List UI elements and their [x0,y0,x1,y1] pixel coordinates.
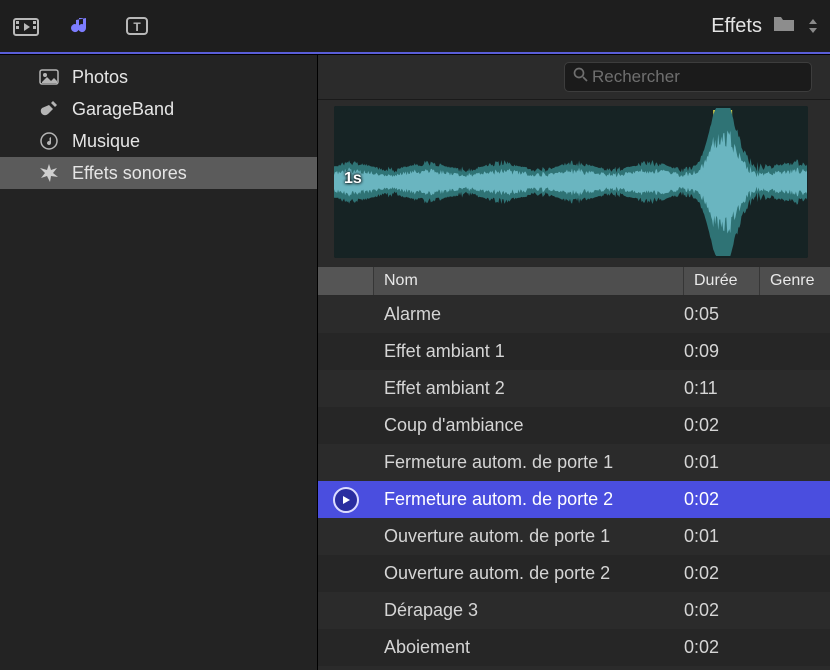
row-name: Ouverture autom. de porte 1 [374,526,678,547]
play-icon[interactable] [333,487,359,513]
sidebar-item-label: Musique [72,131,140,152]
music-icon [38,132,60,150]
library-video-tab[interactable] [12,11,42,41]
photo-icon [38,69,60,85]
sidebar-item-photos[interactable]: Photos [0,61,317,93]
row-duration: 0:09 [678,341,760,362]
table-row[interactable]: Fermeture autom. de porte 20:02 [318,481,830,518]
row-name: Alarme [374,304,678,325]
table-row[interactable]: Dérapage 30:02 [318,592,830,629]
top-toolbar: T Effets [0,0,830,54]
row-duration: 0:01 [678,526,760,547]
row-name: Aboiement [374,637,678,658]
row-duration: 0:02 [678,415,760,436]
row-name: Fermeture autom. de porte 1 [374,452,678,473]
column-header-duration[interactable]: Durée [684,267,760,295]
content-pane: Rechercher 1s Nom Durée Genre Alarme0:05… [318,55,830,670]
sidebar-item-effets-sonores[interactable]: Effets sonores [0,157,317,189]
row-name: Effet ambiant 1 [374,341,678,362]
table-row[interactable]: Ouverture autom. de porte 20:02 [318,555,830,592]
library-audio-tab[interactable] [68,11,98,41]
column-header-genre[interactable]: Genre [760,267,830,295]
table-row[interactable]: Ouverture autom. de porte 10:01 [318,518,830,555]
row-duration: 0:11 [678,378,760,399]
table-row[interactable]: Fermeture autom. de porte 10:01 [318,444,830,481]
row-play-cell[interactable] [318,487,374,513]
waveform-preview[interactable]: 1s [334,106,808,258]
sidebar-item-musique[interactable]: Musique [0,125,317,157]
row-duration: 0:02 [678,637,760,658]
search-placeholder: Rechercher [592,67,680,87]
table-header: Nom Durée Genre [318,266,830,296]
column-header-name[interactable]: Nom [374,267,684,295]
folder-icon[interactable] [772,13,798,39]
table-row[interactable]: Effet ambiant 10:09 [318,333,830,370]
table-row[interactable]: Alarme0:05 [318,296,830,333]
table-row[interactable]: Aboiement0:02 [318,629,830,666]
library-dropdown-label[interactable]: Effets [711,15,762,38]
row-name: Ouverture autom. de porte 2 [374,563,678,584]
stepper-up-down-icon[interactable] [808,17,818,35]
sidebar-item-label: Photos [72,67,128,88]
sidebar-item-label: GarageBand [72,99,174,120]
sidebar: Photos GarageBand Musique Effets sonores [0,55,318,670]
waveform-time-label: 1s [344,170,362,188]
row-duration: 0:01 [678,452,760,473]
row-duration: 0:02 [678,563,760,584]
row-name: Coup d'ambiance [374,415,678,436]
row-duration: 0:05 [678,304,760,325]
table-row[interactable]: Effet ambiant 20:11 [318,370,830,407]
library-titles-tab[interactable]: T [124,11,154,41]
table-row[interactable]: Coup d'ambiance0:02 [318,407,830,444]
column-header-play[interactable] [318,267,374,295]
sidebar-item-label: Effets sonores [72,163,187,184]
burst-icon [38,163,60,183]
sidebar-item-garageband[interactable]: GarageBand [0,93,317,125]
search-input[interactable]: Rechercher [564,62,812,92]
row-duration: 0:02 [678,489,760,510]
guitar-icon [38,99,60,119]
row-name: Effet ambiant 2 [374,378,678,399]
svg-text:T: T [133,20,141,34]
row-name: Dérapage 3 [374,600,678,621]
row-name: Fermeture autom. de porte 2 [374,489,678,510]
row-duration: 0:02 [678,600,760,621]
table-rows: Alarme0:05Effet ambiant 10:09Effet ambia… [318,296,830,670]
search-icon [573,67,588,87]
